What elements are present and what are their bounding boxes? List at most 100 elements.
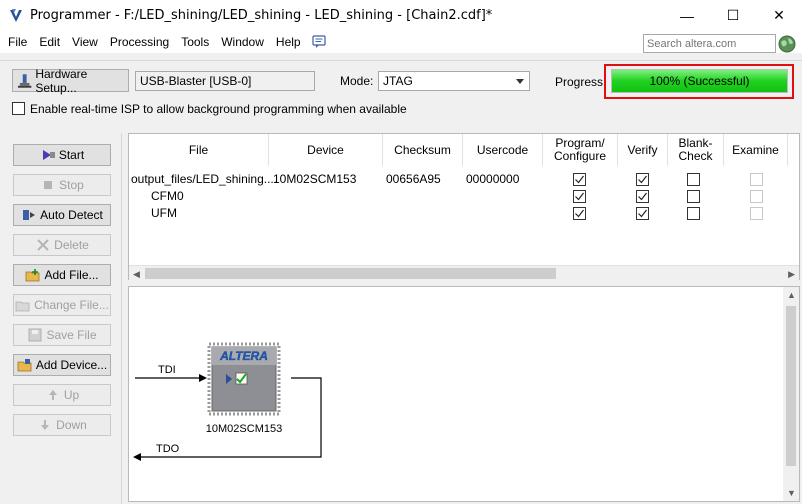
menu-view[interactable]: View [66,31,104,53]
isp-label: Enable real-time ISP to allow background… [30,102,407,116]
menu-processing[interactable]: Processing [104,31,175,53]
auto-detect-icon [21,208,40,222]
search-input[interactable] [643,34,776,53]
examine-checkbox [750,173,763,186]
window-controls: — ☐ ✕ [664,0,802,31]
column-header-blank-check[interactable]: Blank- Check [668,134,724,166]
delete-icon [35,238,54,252]
auto-detect-button[interactable]: Auto Detect [13,204,111,226]
file-cell: output_files/LED_shining.... [131,172,278,186]
add-file-label: Add File... [44,268,99,282]
examine-checkbox [750,190,763,203]
maximize-button[interactable]: ☐ [710,0,756,31]
help-chat-icon[interactable] [311,34,327,50]
menu-help[interactable]: Help [270,31,307,53]
chain-vertical-scrollbar[interactable]: ▲ ▼ [783,287,799,501]
add-device-label: Add Device... [35,358,108,372]
examine-checkbox [750,207,763,220]
chevron-down-icon [516,79,524,84]
add-file-button[interactable]: Add File... [13,264,111,286]
program-checkbox[interactable] [573,207,586,220]
add-device-button[interactable]: Add Device... [13,354,111,376]
hardware-field: USB-Blaster [USB-0] [135,71,315,91]
hardware-setup-label: Hardware Setup... [35,66,88,95]
down-button[interactable]: Down [13,414,111,436]
table-horizontal-scrollbar[interactable]: ◀ ▶ [129,265,799,280]
horizontal-scroll-thumb[interactable] [145,268,556,279]
start-label: Start [58,148,85,162]
tdi-label: TDI [158,364,176,376]
change-file-icon [15,298,34,312]
start-button[interactable]: Start [13,144,111,166]
table-row[interactable]: output_files/LED_shining.... 10M02SCM153 0… [129,172,789,188]
up-button[interactable]: Up [13,384,111,406]
globe-icon[interactable] [778,35,796,53]
file-cell: UFM [151,206,177,220]
device-table: File Device Checksum Usercode Program/ C… [128,133,800,280]
program-checkbox[interactable] [573,173,586,186]
blank-check-checkbox[interactable] [687,207,700,220]
stop-button[interactable]: Stop [13,174,111,196]
menu-edit[interactable]: Edit [33,31,66,53]
add-device-icon [17,358,36,372]
change-file-label: Change File... [34,298,109,312]
down-label: Down [56,418,87,432]
table-row[interactable]: UFM [129,206,789,222]
scroll-up-icon[interactable]: ▲ [787,290,796,300]
scroll-right-icon[interactable]: ▶ [788,269,795,280]
column-header-file[interactable]: File [129,134,269,166]
column-header-device[interactable]: Device [269,134,383,166]
verify-checkbox[interactable] [636,207,649,220]
menu-file[interactable]: File [2,31,33,53]
menu-tools[interactable]: Tools [175,31,215,53]
file-cell: CFM0 [151,189,184,203]
column-header-checksum[interactable]: Checksum [383,134,463,166]
change-file-button[interactable]: Change File... [13,294,111,316]
blank-check-checkbox[interactable] [687,173,700,186]
verify-checkbox[interactable] [636,190,649,203]
minimize-button[interactable]: — [664,0,710,31]
chain-diagram-canvas: TDI ALTERA 10M02SCM153 TDO [133,342,322,461]
up-icon [45,388,64,402]
mode-value: JTAG [383,74,413,88]
chip-device-label: 10M02SCM153 [206,423,282,435]
blank-check-checkbox[interactable] [687,190,700,203]
tdi-arrow [199,374,207,382]
mode-label: Mode: [340,74,374,88]
tdo-arrow [133,453,141,461]
isp-checkbox[interactable] [12,102,25,115]
device-cell: 10M02SCM153 [273,172,357,186]
progress-label: Progress: [555,75,607,89]
close-button[interactable]: ✕ [756,0,802,31]
scroll-down-icon[interactable]: ▼ [787,488,796,498]
title-bar: Programmer - F:/LED_shining/LED_shining … [0,0,802,31]
mode-select[interactable]: JTAG [378,71,530,91]
table-row[interactable]: CFM0 [129,189,789,205]
stop-icon [40,178,59,192]
auto-detect-label: Auto Detect [40,208,103,222]
window-title: Programmer - F:/LED_shining/LED_shining … [30,8,493,23]
save-file-label: Save File [46,328,97,342]
save-file-icon [27,328,46,342]
up-label: Up [63,388,80,402]
column-header-examine[interactable]: Examine [724,134,788,166]
start-icon [40,148,59,162]
programmer-app-icon [10,8,22,22]
program-checkbox[interactable] [573,190,586,203]
verify-checkbox[interactable] [636,173,649,186]
save-file-button[interactable]: Save File [13,324,111,346]
column-header-program-configure[interactable]: Program/ Configure [543,134,618,166]
hardware-setup-button[interactable]: Hardware Setup... [12,66,129,95]
column-header-usercode[interactable]: Usercode [463,134,543,166]
usercode-cell: 00000000 [466,172,520,186]
progress-text: 100% (Successful) [649,74,750,88]
scroll-left-icon[interactable]: ◀ [133,269,140,280]
add-file-icon [25,268,44,282]
altera-logo: ALTERA [219,349,268,363]
delete-button[interactable]: Delete [13,234,111,256]
vertical-scroll-thumb[interactable] [786,306,796,466]
down-icon [37,418,56,432]
jtag-chain-diagram: TDI ALTERA 10M02SCM153 TDO ▲ ▼ [128,286,800,502]
column-header-verify[interactable]: Verify [618,134,668,166]
menu-window[interactable]: Window [215,31,270,53]
